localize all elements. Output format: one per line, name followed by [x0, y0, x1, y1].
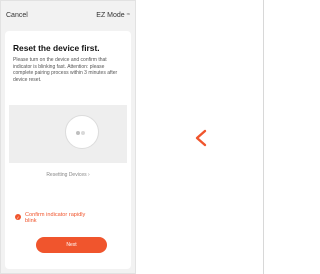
phone-screen-left: Cancel EZ Mode ≈ Reset the device first.…: [0, 0, 136, 274]
next-button[interactable]: Next: [36, 237, 107, 253]
top-bar: Cancel EZ Mode ≈: [1, 1, 135, 29]
instructions-text: Please turn on the device and confirm th…: [13, 57, 118, 83]
resetting-devices-link[interactable]: Resetting Devices ›: [5, 172, 131, 178]
mode-label: EZ Mode: [96, 11, 125, 19]
checkmark-icon: ✓: [15, 214, 21, 220]
device-icon: [65, 115, 99, 149]
panel-divider: [263, 0, 264, 274]
confirm-indicator-label: Confirm indicator rapidly blink: [25, 212, 86, 225]
indicator-light-icon: [76, 131, 80, 135]
confirm-indicator-checkbox[interactable]: ✓ Confirm indicator rapidly blink: [15, 212, 95, 224]
indicator-light-icon: [81, 131, 85, 135]
chevron-left-icon[interactable]: [193, 129, 209, 147]
page-title: Reset the device first.: [13, 43, 100, 53]
reset-card: Reset the device first. Please turn on t…: [5, 31, 131, 269]
chevron-down-icon: ≈: [126, 12, 130, 18]
mode-selector[interactable]: EZ Mode ≈: [96, 12, 130, 19]
device-illustration: [9, 105, 127, 163]
cancel-button[interactable]: Cancel: [6, 12, 28, 19]
